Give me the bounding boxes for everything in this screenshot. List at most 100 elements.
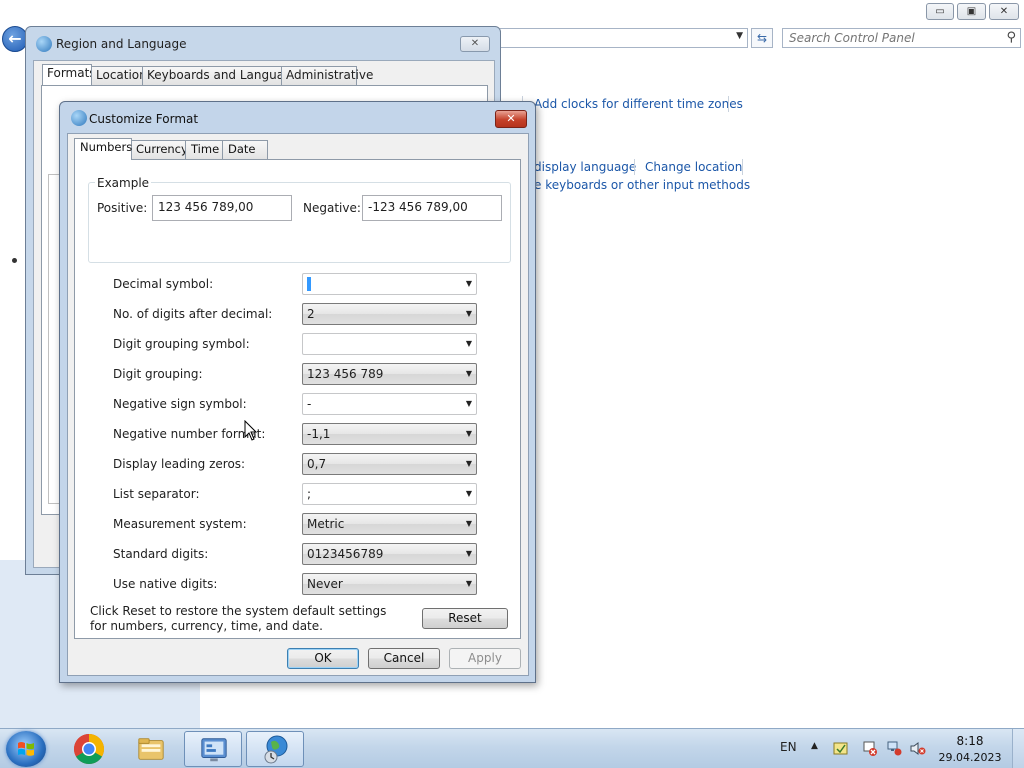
reset-button[interactable]: Reset: [422, 608, 508, 629]
chevron-down-icon[interactable]: ▼: [466, 334, 472, 354]
tab-date[interactable]: Date: [222, 140, 268, 159]
taskbar-chrome[interactable]: [60, 731, 118, 767]
tab-time[interactable]: Time: [185, 140, 223, 159]
network-icon[interactable]: [886, 741, 902, 756]
negative-number-format-label: Negative number format:: [113, 427, 266, 441]
explorer-folder-icon: [138, 738, 164, 760]
standard-digits-label: Standard digits:: [113, 547, 209, 561]
list-separator-label: List separator:: [113, 487, 200, 501]
combo-value: 0,7: [307, 457, 327, 471]
window-title: Region and Language: [56, 37, 187, 51]
text-selection: [307, 276, 311, 291]
combo-value: Never: [307, 577, 343, 591]
chevron-down-icon[interactable]: ▼: [466, 484, 472, 504]
volume-muted-icon[interactable]: [910, 741, 926, 756]
ok-button[interactable]: OK: [287, 648, 359, 669]
add-clocks-link[interactable]: Add clocks for different time zones: [534, 97, 743, 111]
apply-button: Apply: [449, 648, 521, 669]
list-separator-dropdown[interactable]: ; ▼: [302, 483, 477, 505]
leading-zeros-dropdown[interactable]: 0,7 ▼: [302, 453, 477, 475]
chrome-icon: [73, 734, 105, 765]
address-bar[interactable]: ▼: [500, 28, 748, 48]
separator: [742, 159, 743, 175]
leading-zeros-label: Display leading zeros:: [113, 457, 246, 471]
customize-format-dialog: Customize Format ✕ Numbers Currency Time…: [59, 101, 536, 683]
chevron-down-icon[interactable]: ▼: [466, 364, 472, 384]
digits-after-decimal-label: No. of digits after decimal:: [113, 307, 273, 321]
tab-administrative[interactable]: Administrative: [281, 66, 373, 85]
negative-number-format-dropdown[interactable]: -1,1 ▼: [302, 423, 477, 445]
taskbar: EN ▲ 8:18 29.04.2023: [0, 728, 1024, 768]
input-language-indicator[interactable]: EN: [780, 740, 797, 754]
start-button[interactable]: [6, 731, 46, 767]
chevron-down-icon[interactable]: ▼: [466, 304, 472, 324]
action-center-icon[interactable]: [833, 741, 849, 756]
tab-numbers[interactable]: Numbers: [74, 138, 132, 160]
taskbar-region-language[interactable]: [246, 731, 304, 767]
negative-label: Negative:: [303, 201, 361, 215]
positive-example: 123 456 789,00: [152, 195, 292, 221]
control-panel-titlebar: ▭ ▣ ✕: [0, 0, 1024, 24]
tab-currency[interactable]: Currency: [130, 140, 188, 159]
region-settings-icon: [264, 735, 288, 764]
tab-formats[interactable]: Formats: [42, 64, 96, 86]
positive-label: Positive:: [97, 201, 148, 215]
combo-value: 0123456789: [307, 547, 384, 561]
search-input[interactable]: [789, 30, 989, 46]
taskbar-explorer[interactable]: [122, 731, 180, 767]
chevron-down-icon[interactable]: ▼: [466, 394, 472, 414]
chevron-down-icon[interactable]: ▼: [736, 31, 743, 41]
change-location-link[interactable]: Change location: [645, 160, 742, 174]
close-button[interactable]: ✕: [989, 3, 1019, 20]
tab-location[interactable]: Location: [91, 66, 147, 85]
control-panel-icon: [201, 738, 227, 762]
taskbar-control-panel[interactable]: [184, 731, 242, 767]
combo-value: -1,1: [307, 427, 331, 441]
digit-grouping-label: Digit grouping:: [113, 367, 203, 381]
search-box[interactable]: ⚲: [782, 28, 1021, 48]
separator: [634, 159, 635, 175]
globe-icon: [71, 110, 87, 126]
chevron-down-icon[interactable]: ▼: [466, 544, 472, 564]
negative-sign-symbol-label: Negative sign symbol:: [113, 397, 247, 411]
show-hidden-icons-button[interactable]: ▲: [811, 741, 818, 751]
measurement-system-label: Measurement system:: [113, 517, 247, 531]
combo-value: Metric: [307, 517, 345, 531]
clock-time[interactable]: 8:18: [940, 734, 1000, 748]
maximize-button[interactable]: ▣: [957, 3, 986, 20]
digit-grouping-dropdown[interactable]: 123 456 789 ▼: [302, 363, 477, 385]
digit-grouping-symbol-label: Digit grouping symbol:: [113, 337, 250, 351]
clock-date[interactable]: 29.04.2023: [936, 751, 1004, 764]
keyboards-link[interactable]: e keyboards or other input methods: [534, 178, 750, 192]
numbers-tab-page: Example Positive: 123 456 789,00 Negativ…: [74, 159, 521, 639]
digits-after-decimal-dropdown[interactable]: 2 ▼: [302, 303, 477, 325]
native-digits-label: Use native digits:: [113, 577, 218, 591]
combo-value: -: [307, 397, 312, 411]
reset-note: Click Reset to restore the system defaul…: [90, 604, 387, 633]
tab-keyboards-languages[interactable]: Keyboards and Languages: [142, 66, 305, 85]
chevron-down-icon[interactable]: ▼: [466, 424, 472, 444]
search-icon[interactable]: ⚲: [1006, 30, 1016, 45]
flag-warning-icon[interactable]: [862, 741, 878, 756]
chevron-down-icon[interactable]: ▼: [466, 574, 472, 594]
measurement-system-dropdown[interactable]: Metric ▼: [302, 513, 477, 535]
standard-digits-dropdown[interactable]: 0123456789 ▼: [302, 543, 477, 565]
close-button[interactable]: ✕: [495, 110, 527, 128]
chevron-down-icon[interactable]: ▼: [466, 454, 472, 474]
close-button[interactable]: ✕: [460, 36, 490, 52]
decimal-symbol-dropdown[interactable]: , ▼: [302, 273, 477, 295]
show-desktop-button[interactable]: [1012, 729, 1024, 768]
digit-grouping-symbol-dropdown[interactable]: ▼: [302, 333, 477, 355]
refresh-icon[interactable]: ⇆: [751, 28, 773, 48]
dialog-title: Customize Format: [89, 112, 199, 126]
chevron-down-icon[interactable]: ▼: [466, 514, 472, 534]
native-digits-dropdown[interactable]: Never ▼: [302, 573, 477, 595]
cancel-button[interactable]: Cancel: [368, 648, 440, 669]
example-group: Example Positive: 123 456 789,00 Negativ…: [88, 176, 511, 263]
minimize-button[interactable]: ▭: [926, 3, 954, 20]
globe-icon: [36, 36, 52, 52]
combo-value: ;: [307, 487, 312, 501]
negative-sign-symbol-dropdown[interactable]: - ▼: [302, 393, 477, 415]
chevron-down-icon[interactable]: ▼: [466, 274, 472, 294]
display-language-link[interactable]: display language: [534, 160, 636, 174]
